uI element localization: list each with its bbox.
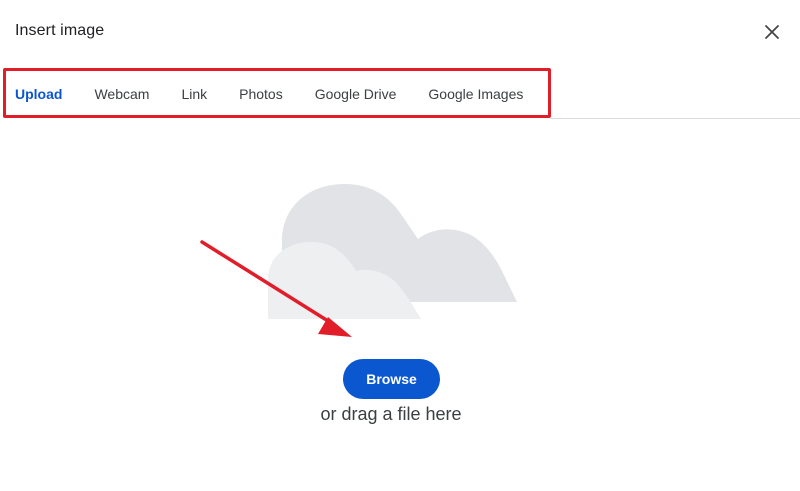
tab-photos[interactable]: Photos	[223, 70, 299, 118]
cloud-illustration	[200, 184, 517, 337]
browse-button[interactable]: Browse	[343, 359, 440, 399]
tab-webcam[interactable]: Webcam	[78, 70, 165, 118]
close-button[interactable]	[756, 16, 788, 48]
tab-google-drive[interactable]: Google Drive	[299, 70, 413, 118]
upload-area[interactable]: Browse or drag a file here	[0, 119, 800, 491]
drag-hint-text: or drag a file here	[320, 404, 462, 424]
tab-upload[interactable]: Upload	[0, 70, 78, 118]
dialog-title: Insert image	[15, 22, 105, 39]
tab-bar: Upload Webcam Link Photos Google Drive G…	[0, 70, 539, 118]
tab-link[interactable]: Link	[165, 70, 223, 118]
insert-image-dialog: Insert image Upload Webcam Link Photos G…	[0, 0, 800, 491]
tab-google-images[interactable]: Google Images	[412, 70, 539, 118]
close-icon	[765, 25, 779, 39]
